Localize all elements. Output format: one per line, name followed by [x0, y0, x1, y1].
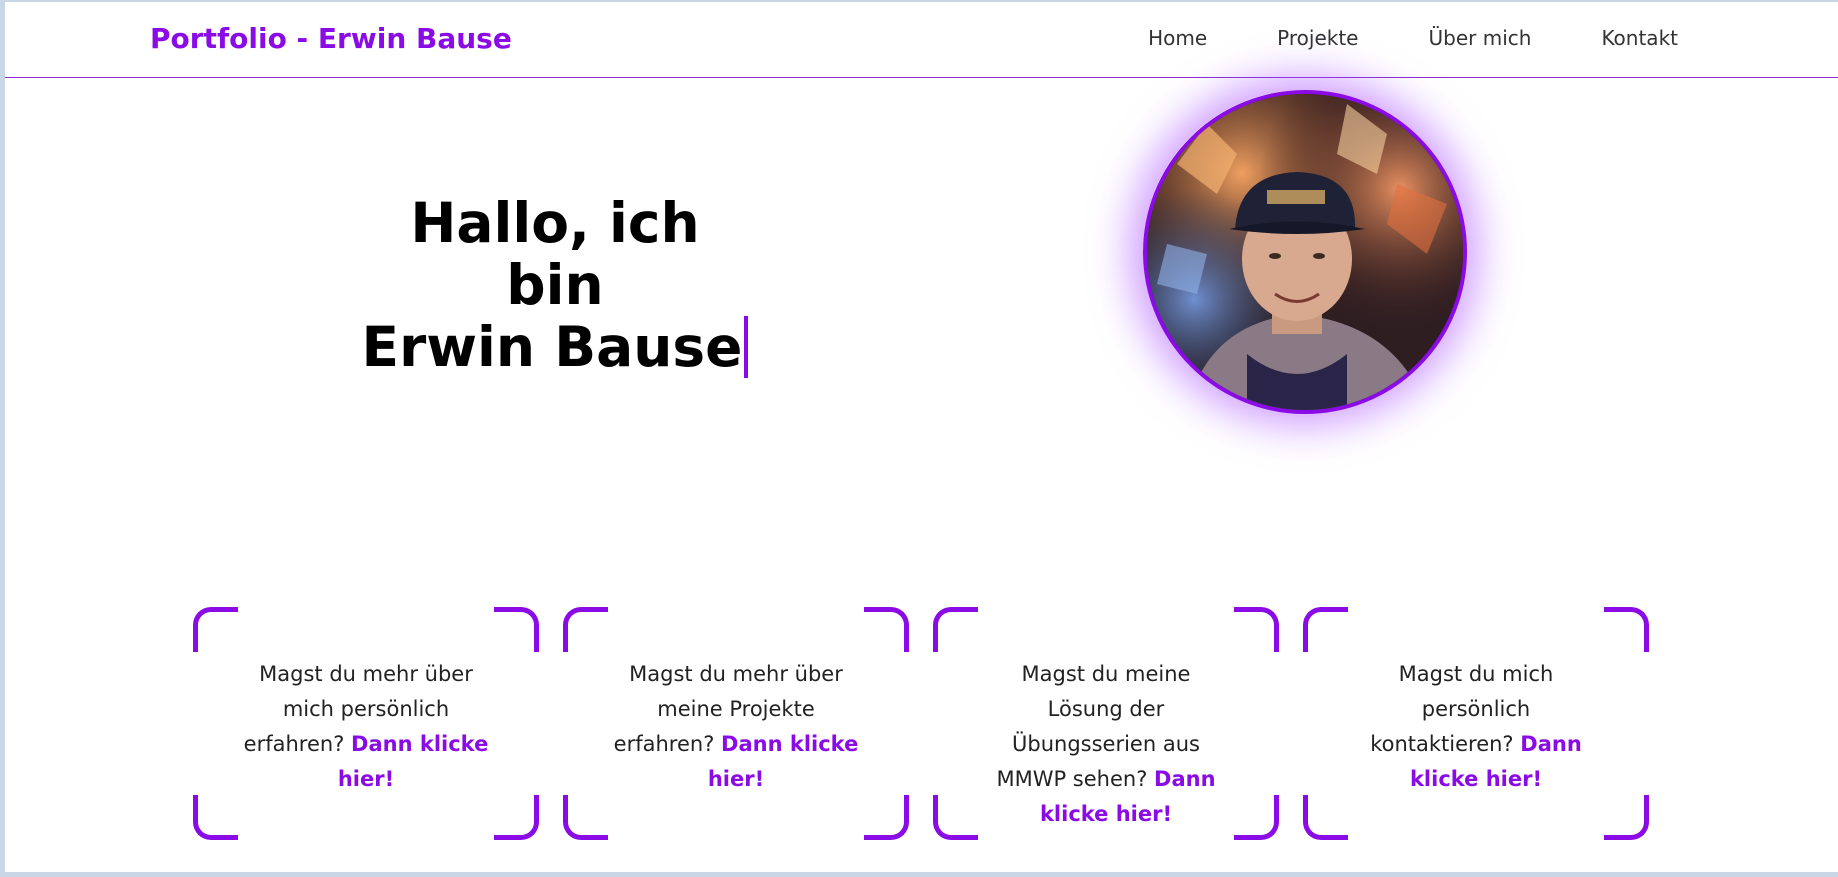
- hero-title: Hallo, ich bin Erwin Bause: [355, 192, 755, 378]
- card-corner-top-left: [933, 607, 978, 652]
- card-text: Magst du mehr über meine Projekte erfahr…: [613, 657, 859, 797]
- typing-cursor: [744, 316, 749, 378]
- card-corner-bottom-left: [933, 795, 978, 840]
- nav-projekte[interactable]: Projekte: [1277, 26, 1358, 50]
- card-text: Magst du meine Lösung der Übungsserien a…: [983, 657, 1229, 832]
- card-corner-top-right: [1234, 607, 1279, 652]
- card-about[interactable]: Magst du mehr über mich persönlich erfah…: [193, 607, 539, 840]
- nav-kontakt[interactable]: Kontakt: [1601, 26, 1678, 50]
- card-corner-bottom-right: [494, 795, 539, 840]
- card-contact[interactable]: Magst du mich persönlich kontaktieren? D…: [1303, 607, 1649, 840]
- card-link[interactable]: Dann klicke hier!: [708, 732, 859, 791]
- hero-title-line2-wrap: Erwin Bause: [355, 316, 755, 378]
- card-corner-top-left: [193, 607, 238, 652]
- card-corner-bottom-left: [563, 795, 608, 840]
- profile-avatar: [1143, 90, 1467, 414]
- nav-home[interactable]: Home: [1148, 26, 1207, 50]
- card-corner-bottom-right: [1604, 795, 1649, 840]
- card-projects[interactable]: Magst du mehr über meine Projekte erfahr…: [563, 607, 909, 840]
- card-text: Magst du mehr über mich persönlich erfah…: [243, 657, 489, 797]
- navbar: Portfolio - Erwin Bause Home Projekte Üb…: [5, 2, 1838, 78]
- card-corner-top-left: [1303, 607, 1348, 652]
- brand-link[interactable]: Portfolio - Erwin Bause: [150, 22, 512, 55]
- card-exercises[interactable]: Magst du meine Lösung der Übungsserien a…: [933, 607, 1279, 840]
- hero-title-line1: Hallo, ich bin: [410, 191, 700, 317]
- card-corner-top-right: [864, 607, 909, 652]
- nav-ueber-mich[interactable]: Über mich: [1429, 26, 1532, 50]
- card-link[interactable]: Dann klicke hier!: [338, 732, 489, 791]
- card-corner-bottom-right: [864, 795, 909, 840]
- card-corner-top-right: [494, 607, 539, 652]
- nav-links: Home Projekte Über mich Kontakt: [1148, 26, 1678, 50]
- card-text: Magst du mich persönlich kontaktieren? D…: [1353, 657, 1599, 797]
- profile-photo: [1147, 94, 1463, 410]
- card-corner-top-right: [1604, 607, 1649, 652]
- card-corner-bottom-left: [1303, 795, 1348, 840]
- card-corner-bottom-left: [193, 795, 238, 840]
- page: Portfolio - Erwin Bause Home Projekte Üb…: [0, 0, 1838, 877]
- card-corner-top-left: [563, 607, 608, 652]
- hero-title-line2: Erwin Bause: [361, 315, 743, 379]
- card-corner-bottom-right: [1234, 795, 1279, 840]
